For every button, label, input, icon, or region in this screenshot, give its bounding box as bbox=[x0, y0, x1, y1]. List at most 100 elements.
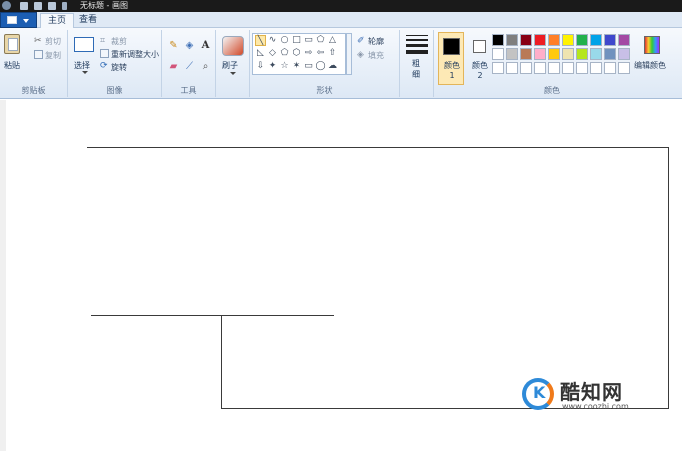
shapes-gallery: ╲ ∿ ○ □ ▭ ⬠ △ ◺ ◇ ⬠ ⬡ ⇨ ⇦ ⇧ ⇩ ✦ ☆ ✶ ▭ ◯ … bbox=[252, 33, 346, 75]
chevron-down-icon[interactable] bbox=[230, 72, 236, 75]
edit-colors-button[interactable]: 编辑颜色 bbox=[634, 60, 666, 71]
watermark-logo-letter: K bbox=[533, 383, 546, 402]
palette-color-swatch[interactable] bbox=[506, 62, 518, 74]
palette-color-swatch[interactable] bbox=[548, 62, 560, 74]
tab-view[interactable]: 查看 bbox=[72, 13, 104, 28]
tab-home[interactable]: 主页 bbox=[40, 13, 75, 28]
pentagon-shape-icon[interactable]: ⬠ bbox=[279, 48, 290, 59]
palette-color-swatch[interactable] bbox=[534, 62, 546, 74]
crop-icon[interactable]: ⌗ bbox=[100, 36, 105, 46]
color-picker-icon[interactable]: ⟋ bbox=[183, 60, 196, 73]
callout-cloud-shape-icon[interactable]: ☁ bbox=[327, 61, 338, 72]
palette-color-swatch[interactable] bbox=[604, 34, 616, 46]
palette-color-swatch[interactable] bbox=[534, 34, 546, 46]
rotate-icon[interactable]: ⟳ bbox=[100, 61, 108, 71]
cut-icon[interactable]: ✂ bbox=[34, 36, 42, 46]
color2-button[interactable]: 颜色 2 bbox=[466, 32, 492, 85]
palette-color-swatch[interactable] bbox=[604, 62, 616, 74]
diamond-shape-icon[interactable]: ◇ bbox=[267, 48, 278, 59]
brushes-button[interactable]: 刷子 bbox=[222, 60, 238, 71]
drawn-line-right bbox=[668, 147, 669, 409]
select-icon[interactable] bbox=[74, 37, 94, 52]
brush-icon[interactable] bbox=[222, 36, 244, 56]
quick-access-dropdown-icon[interactable] bbox=[62, 2, 67, 10]
resize-icon[interactable] bbox=[100, 49, 109, 58]
right-triangle-shape-icon[interactable]: ◺ bbox=[255, 48, 266, 59]
text-icon[interactable]: A bbox=[199, 39, 212, 52]
triangle-shape-icon[interactable]: △ bbox=[327, 35, 338, 46]
polygon-shape-icon[interactable]: ⬠ bbox=[315, 35, 326, 46]
palette-color-swatch[interactable] bbox=[520, 34, 532, 46]
callout-oval-shape-icon[interactable]: ◯ bbox=[315, 61, 326, 72]
eraser-icon[interactable]: ▰ bbox=[167, 60, 180, 73]
palette-color-swatch[interactable] bbox=[576, 34, 588, 46]
fill-shape-icon[interactable]: ◈ bbox=[357, 50, 364, 60]
line-shape-icon[interactable]: ╲ bbox=[255, 35, 266, 46]
rotate-button[interactable]: 旋转 bbox=[111, 62, 127, 73]
callout-rect-shape-icon[interactable]: ▭ bbox=[303, 61, 314, 72]
copy-button[interactable]: 复制 bbox=[45, 50, 61, 61]
palette-color-swatch[interactable] bbox=[548, 34, 560, 46]
size-icon[interactable] bbox=[406, 35, 428, 55]
crop-button[interactable]: 裁剪 bbox=[111, 36, 127, 47]
outline-button[interactable]: 轮廓 bbox=[368, 36, 384, 47]
fill-icon[interactable]: ◈ bbox=[183, 39, 196, 52]
six-point-star-shape-icon[interactable]: ✶ bbox=[291, 61, 302, 72]
rounded-rectangle-shape-icon[interactable]: ▭ bbox=[303, 35, 314, 46]
fill-button[interactable]: 填充 bbox=[368, 50, 384, 61]
palette-color-swatch[interactable] bbox=[506, 48, 518, 60]
resize-button[interactable]: 重新调整大小 bbox=[111, 49, 159, 60]
pencil-icon[interactable]: ✎ bbox=[167, 39, 180, 52]
color1-button[interactable]: 颜色 1 bbox=[438, 32, 464, 85]
palette-color-swatch[interactable] bbox=[520, 48, 532, 60]
palette-color-swatch[interactable] bbox=[492, 48, 504, 60]
palette-color-swatch[interactable] bbox=[590, 62, 602, 74]
brushes-group: 刷子 bbox=[216, 30, 250, 97]
rectangle-shape-icon[interactable]: □ bbox=[291, 35, 302, 46]
outline-icon[interactable]: ✐ bbox=[357, 36, 365, 46]
cut-button[interactable]: 剪切 bbox=[45, 36, 61, 47]
palette-color-swatch[interactable] bbox=[576, 62, 588, 74]
palette-color-swatch[interactable] bbox=[562, 62, 574, 74]
palette-color-swatch[interactable] bbox=[618, 48, 630, 60]
palette-color-swatch[interactable] bbox=[492, 62, 504, 74]
chevron-down-icon[interactable] bbox=[82, 71, 88, 74]
down-arrow-shape-icon[interactable]: ⇩ bbox=[255, 61, 266, 72]
paint-menu-button[interactable] bbox=[0, 12, 37, 28]
palette-color-swatch[interactable] bbox=[562, 48, 574, 60]
palette-color-swatch[interactable] bbox=[618, 62, 630, 74]
palette-color-swatch[interactable] bbox=[520, 62, 532, 74]
five-point-star-shape-icon[interactable]: ☆ bbox=[279, 61, 290, 72]
oval-shape-icon[interactable]: ○ bbox=[279, 35, 290, 46]
palette-color-swatch[interactable] bbox=[590, 48, 602, 60]
palette-color-swatch[interactable] bbox=[618, 34, 630, 46]
size-button[interactable]: 粗细 bbox=[410, 58, 422, 80]
shapes-gallery-scroll[interactable] bbox=[346, 33, 352, 75]
palette-color-swatch[interactable] bbox=[506, 34, 518, 46]
palette-color-swatch[interactable] bbox=[534, 48, 546, 60]
paste-icon[interactable] bbox=[4, 34, 20, 54]
copy-icon[interactable] bbox=[34, 50, 43, 59]
paste-button[interactable]: 粘贴 bbox=[4, 60, 20, 71]
save-icon[interactable] bbox=[20, 2, 28, 10]
select-button[interactable]: 选择 bbox=[74, 60, 90, 71]
magnifier-icon[interactable]: ⌕ bbox=[199, 60, 212, 73]
drawn-line-inner-vertical bbox=[221, 315, 222, 409]
paint-menu-icon bbox=[7, 16, 17, 24]
palette-color-swatch[interactable] bbox=[604, 48, 616, 60]
palette-color-swatch[interactable] bbox=[562, 34, 574, 46]
undo-icon[interactable] bbox=[34, 2, 42, 10]
right-arrow-shape-icon[interactable]: ⇨ bbox=[303, 48, 314, 59]
up-arrow-shape-icon[interactable]: ⇧ bbox=[327, 48, 338, 59]
palette-color-swatch[interactable] bbox=[548, 48, 560, 60]
redo-icon[interactable] bbox=[48, 2, 56, 10]
palette-color-swatch[interactable] bbox=[492, 34, 504, 46]
curve-shape-icon[interactable]: ∿ bbox=[267, 35, 278, 46]
palette-color-swatch[interactable] bbox=[590, 34, 602, 46]
four-point-star-shape-icon[interactable]: ✦ bbox=[267, 61, 278, 72]
palette-color-swatch[interactable] bbox=[576, 48, 588, 60]
edit-colors-icon[interactable] bbox=[644, 36, 660, 54]
hexagon-shape-icon[interactable]: ⬡ bbox=[291, 48, 302, 59]
paint-app-icon[interactable] bbox=[2, 1, 11, 10]
left-arrow-shape-icon[interactable]: ⇦ bbox=[315, 48, 326, 59]
